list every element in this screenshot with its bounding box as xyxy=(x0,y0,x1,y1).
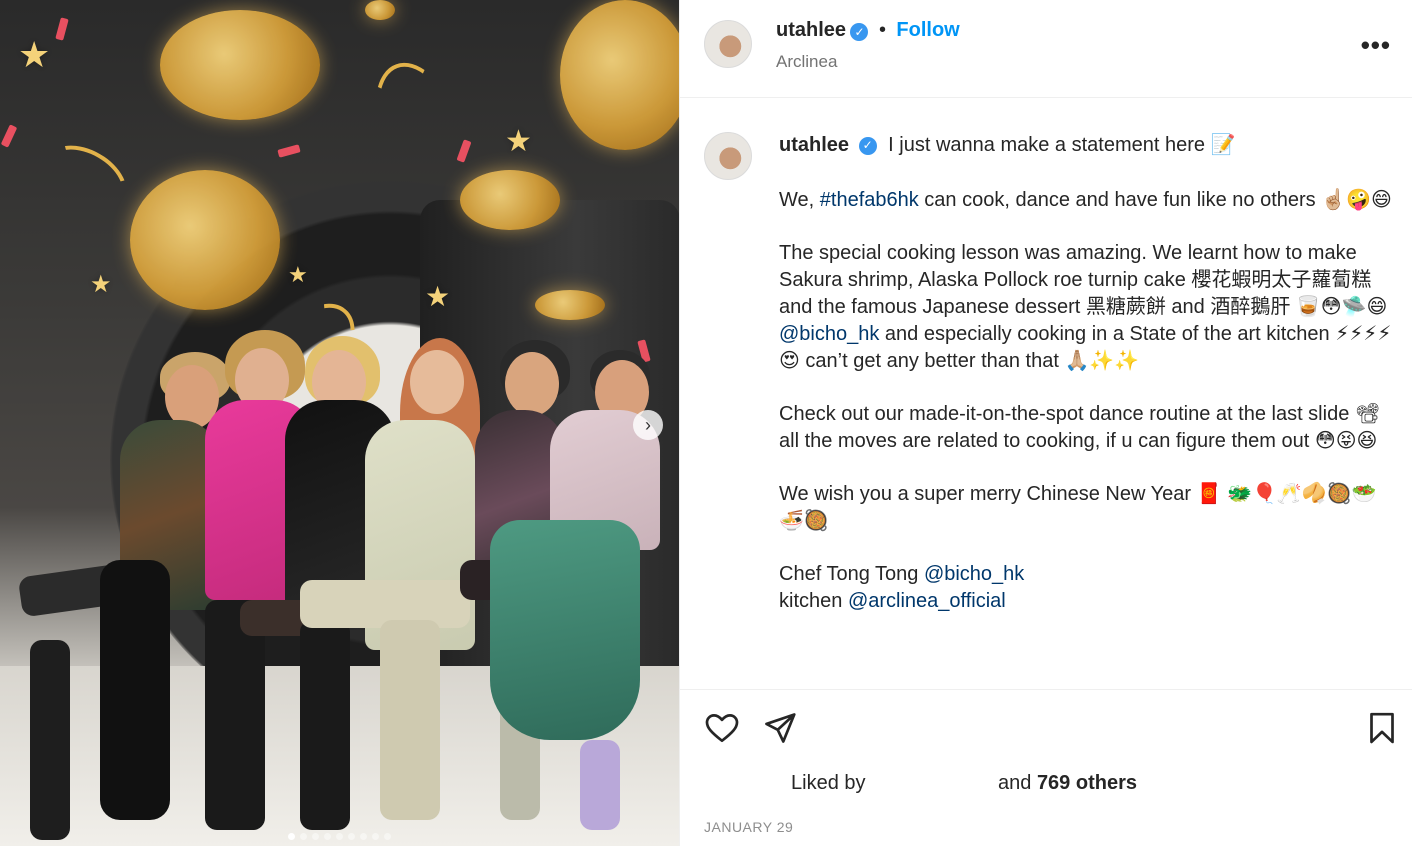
bookmark-icon xyxy=(1370,712,1394,744)
username-link[interactable]: utahlee xyxy=(776,19,846,41)
mention-link[interactable]: @bicho_hk xyxy=(924,563,1024,585)
caption-kitchen-label: kitchen xyxy=(779,590,848,612)
carousel-dot xyxy=(288,833,295,840)
header-title-row: utahlee ✓ • Follow xyxy=(776,19,960,42)
carousel-dot xyxy=(384,833,391,840)
liked-by-label: Liked by xyxy=(791,772,866,794)
caption-chef-label: Chef Tong Tong xyxy=(779,563,924,585)
carousel-dot xyxy=(336,833,343,840)
post-header: utahlee ✓ • Follow Arclinea ••• xyxy=(680,0,1412,98)
more-options-icon: ••• xyxy=(1360,30,1391,60)
caption-p5: We wish you a super merry Chinese New Ye… xyxy=(779,483,1377,532)
hashtag-link[interactable]: #thefab6hk xyxy=(820,189,919,211)
verified-badge-icon: ✓ xyxy=(850,22,869,41)
gold-coin xyxy=(535,290,605,320)
follow-button[interactable]: Follow xyxy=(896,19,959,41)
mention-link[interactable]: @bicho_hk xyxy=(779,323,879,345)
likes-count[interactable]: 769 others xyxy=(1037,772,1137,794)
post-date[interactable]: JANUARY 29 xyxy=(704,819,793,835)
location-link[interactable]: Arclinea xyxy=(776,52,837,72)
heart-icon xyxy=(705,714,739,743)
carousel-dot xyxy=(324,833,331,840)
separator-dot: • xyxy=(878,19,886,41)
paper-plane-icon xyxy=(765,713,796,743)
like-button[interactable] xyxy=(704,710,740,746)
caption-p2-post: can cook, dance and have fun like no oth… xyxy=(918,189,1392,211)
likes-and-text: and xyxy=(998,772,1032,794)
caption-line-1: I just wanna make a statement here 📝 xyxy=(888,134,1236,156)
gold-coin xyxy=(560,0,679,150)
carousel-dot xyxy=(348,833,355,840)
caption-p2-pre: We, xyxy=(779,189,820,211)
post-side-panel: utahlee ✓ • Follow Arclinea ••• utahlee … xyxy=(679,0,1412,846)
carousel-dot xyxy=(360,833,367,840)
more-options-button[interactable]: ••• xyxy=(1361,30,1391,61)
gold-ribbon xyxy=(31,131,139,229)
post-media[interactable]: ★ ★ ★ ★ ★ › xyxy=(0,0,679,846)
save-button[interactable] xyxy=(1364,710,1400,746)
gold-coin xyxy=(160,10,320,120)
caption-username-link[interactable]: utahlee xyxy=(779,134,849,156)
gold-coin xyxy=(130,170,280,310)
chevron-right-icon: › xyxy=(645,414,651,435)
carousel-next-button[interactable]: › xyxy=(633,410,663,440)
star-confetti-icon: ★ xyxy=(505,125,532,158)
carousel-indicator xyxy=(0,833,679,840)
verified-badge-icon: ✓ xyxy=(858,136,877,155)
carousel-dot xyxy=(312,833,319,840)
caption-avatar[interactable] xyxy=(704,132,752,180)
share-button[interactable] xyxy=(762,710,798,746)
post-actions: Liked by and 769 others JANUARY 29 xyxy=(680,690,1412,846)
star-confetti-icon: ★ xyxy=(18,34,51,75)
carousel-dot xyxy=(372,833,379,840)
likes-summary[interactable]: and 769 others xyxy=(998,772,1137,795)
mention-link[interactable]: @arclinea_official xyxy=(848,590,1006,612)
caption-p4: Check out our made-it-on-the-spot dance … xyxy=(779,403,1381,452)
star-confetti-icon: ★ xyxy=(288,262,308,287)
gold-coin xyxy=(460,170,560,230)
star-confetti-icon: ★ xyxy=(425,281,451,312)
red-confetti xyxy=(0,124,18,148)
caption-area: utahlee ✓ I just wanna make a statement … xyxy=(680,98,1412,690)
caption-text: utahlee ✓ I just wanna make a statement … xyxy=(779,132,1394,615)
red-confetti xyxy=(55,17,69,41)
gold-coin xyxy=(365,0,395,20)
avatar[interactable] xyxy=(704,20,752,68)
caption-p3-a: The special cooking lesson was amazing. … xyxy=(779,242,1388,318)
star-confetti-icon: ★ xyxy=(90,271,112,298)
carousel-dot xyxy=(300,833,307,840)
red-confetti xyxy=(277,144,301,158)
